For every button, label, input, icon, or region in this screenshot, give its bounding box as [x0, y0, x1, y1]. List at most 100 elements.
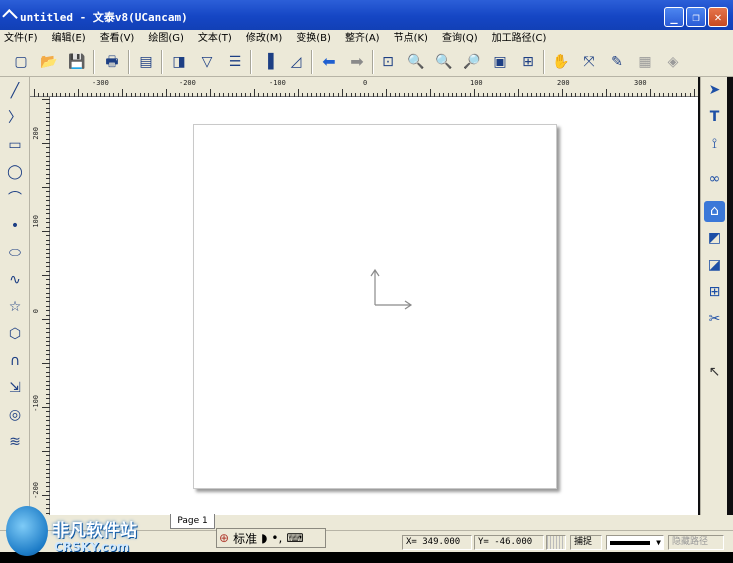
ruler-label: 0	[363, 79, 368, 87]
axis-tool-icon[interactable]: ⤧	[578, 51, 600, 73]
wave-tool-icon[interactable]: ≋	[5, 432, 25, 452]
text-tool-icon[interactable]: T	[704, 107, 725, 128]
array-grid-icon[interactable]: ⊞	[704, 282, 725, 303]
maximize-button[interactable]: ❐	[686, 7, 706, 27]
line-style-swatch	[610, 541, 650, 545]
vectorize-icon[interactable]: ▽	[196, 51, 218, 73]
menu-align[interactable]: 整齐(A)	[345, 30, 380, 47]
title-bar: untitled - 文泰v8(UCancam) _ ❐ ✕	[0, 0, 733, 30]
status-x-coordinate: X= 349.000	[402, 535, 472, 550]
main-toolbar: ▢ 📂 💾 🖶 ▤ ◨ ▽ ☰ ▐ ◿ ⬅ ➡ ⊡ 🔍 🔍 🔎 ▣ ⊞ ✋ ⤧ …	[0, 47, 733, 77]
select-arrow-icon[interactable]: ➤	[704, 80, 725, 101]
ruler-label: -200	[179, 79, 196, 87]
import-icon[interactable]: ▤	[135, 51, 157, 73]
watermark-brand: 非凡软件站	[52, 521, 137, 541]
zoom-window-icon[interactable]: ⊡	[377, 51, 399, 73]
rectangle-tool-icon[interactable]: ▭	[5, 135, 25, 155]
new-file-icon[interactable]: ▢	[10, 51, 32, 73]
zoom-fit-icon[interactable]: 🔎	[461, 51, 483, 73]
minimize-button[interactable]: _	[664, 7, 684, 27]
knife-tool-icon[interactable]: ✂	[704, 309, 725, 330]
ruler-label: -100	[269, 79, 286, 87]
print-icon[interactable]: 🖶	[101, 51, 123, 73]
zoom-in-icon[interactable]: 🔍	[405, 51, 427, 73]
ime-logo-icon[interactable]: ⊕	[219, 531, 229, 545]
tab-page-1[interactable]: Page 1	[170, 514, 215, 529]
vertical-ruler: 200 100 0 -100 -200	[30, 97, 50, 515]
menu-bar: 文件(F) 编辑(E) 查看(V) 绘图(G) 文本(T) 修改(M) 变换(B…	[0, 30, 733, 47]
menu-edit[interactable]: 编辑(E)	[52, 30, 86, 47]
fill-tool-icon[interactable]: ◩	[704, 228, 725, 249]
menu-modify[interactable]: 修改(M)	[246, 30, 282, 47]
ruler-label: 200	[557, 79, 570, 87]
pointer-cursor-icon[interactable]: ↖	[704, 362, 725, 383]
point-tool-icon[interactable]: •	[5, 216, 25, 236]
hide-path-button[interactable]: 隐藏路径	[668, 535, 724, 550]
ruler-label: 100	[32, 215, 40, 228]
line-style-select[interactable]: ▼	[606, 535, 664, 550]
zoom-out-icon[interactable]: 🔍	[433, 51, 455, 73]
ruler-label: -200	[32, 482, 40, 499]
edit-pen-icon[interactable]: ✎	[606, 51, 628, 73]
menu-query[interactable]: 查询(Q)	[442, 30, 478, 47]
horizontal-ruler: -300 -200 -100 0 100 200 300	[30, 77, 698, 97]
polyline-tool-icon[interactable]: 〉	[5, 108, 25, 128]
menu-file[interactable]: 文件(F)	[4, 30, 38, 47]
polygon-tool-icon[interactable]: ⬡	[5, 324, 25, 344]
star-tool-icon[interactable]: ☆	[5, 297, 25, 317]
menu-draw[interactable]: 绘图(G)	[148, 30, 184, 47]
watermark: 非凡软件站 CRSKY.com	[0, 502, 160, 563]
outline-tool-icon[interactable]: ◪	[704, 255, 725, 276]
zoom-all-icon[interactable]: ⊞	[517, 51, 539, 73]
spiral-tool-icon[interactable]: ◎	[5, 405, 25, 425]
menu-machining-path[interactable]: 加工路径(C)	[492, 30, 547, 47]
save-icon[interactable]: 💾	[66, 51, 88, 73]
ime-halfwidth-icon[interactable]: ◗	[261, 531, 267, 545]
menu-view[interactable]: 查看(V)	[100, 30, 135, 47]
node-edit-icon[interactable]: ⟟	[704, 134, 725, 155]
zoom-page-icon[interactable]: ▣	[489, 51, 511, 73]
export-icon[interactable]: ◨	[168, 51, 190, 73]
grid-toggle-icon[interactable]	[546, 535, 566, 550]
ruler-label: 0	[32, 309, 40, 314]
ruler-label: 300	[634, 79, 647, 87]
snap-button[interactable]: 捕捉	[570, 535, 602, 550]
menu-node[interactable]: 节点(K)	[394, 30, 428, 47]
bar-chart-icon[interactable]: ▐	[257, 51, 279, 73]
measure-icon[interactable]: ◿	[285, 51, 307, 73]
app-logo-icon	[2, 9, 18, 25]
arrow-shape-tool-icon[interactable]: ⇲	[5, 378, 25, 398]
ruler-label: -100	[32, 395, 40, 412]
properties-icon[interactable]: ◈	[662, 51, 684, 73]
close-button[interactable]: ✕	[708, 7, 728, 27]
undo-arrow-icon[interactable]: ⬅	[318, 51, 340, 73]
ime-mode-label[interactable]: 标准	[233, 530, 257, 547]
ellipse-tool-icon[interactable]: ◯	[5, 162, 25, 182]
ruler-label: -300	[92, 79, 109, 87]
pan-hand-icon[interactable]: ✋	[550, 51, 572, 73]
left-toolbox: ╱ 〉 ▭ ◯ ⌒ • ⬭ ∿ ☆ ⬡ ∩ ⇲ ◎ ≋	[0, 77, 30, 538]
grid-icon[interactable]: ▦	[634, 51, 656, 73]
weld-tool-icon[interactable]: ∞	[704, 169, 725, 190]
watermark-logo	[6, 506, 48, 556]
chevron-down-icon: ▼	[656, 538, 661, 547]
ime-keyboard-icon[interactable]: ⌨	[286, 531, 303, 545]
ruler-label: 100	[470, 79, 483, 87]
ime-punctuation-icon[interactable]: •,	[271, 531, 282, 545]
layers-icon[interactable]: ☰	[224, 51, 246, 73]
home-shape-icon[interactable]: ⌂	[704, 201, 725, 222]
status-y-coordinate: Y= -46.000	[474, 535, 544, 550]
curve-tool-icon[interactable]: ∿	[5, 270, 25, 290]
menu-transform[interactable]: 变换(B)	[296, 30, 331, 47]
ruler-label: 200	[32, 127, 40, 140]
spiral-path-tool-icon[interactable]: ∩	[5, 351, 25, 371]
menu-text[interactable]: 文本(T)	[198, 30, 232, 47]
line-tool-icon[interactable]: ╱	[5, 81, 25, 101]
watermark-domain: CRSKY.com	[54, 540, 130, 554]
open-folder-icon[interactable]: 📂	[38, 51, 60, 73]
oval-tool-icon[interactable]: ⬭	[5, 243, 25, 263]
ime-toolbar: ⊕ 标准 ◗ •, ⌨	[216, 528, 326, 548]
arc-tool-icon[interactable]: ⌒	[5, 189, 25, 209]
origin-axes-icon	[370, 268, 413, 310]
redo-arrow-icon[interactable]: ➡	[346, 51, 368, 73]
